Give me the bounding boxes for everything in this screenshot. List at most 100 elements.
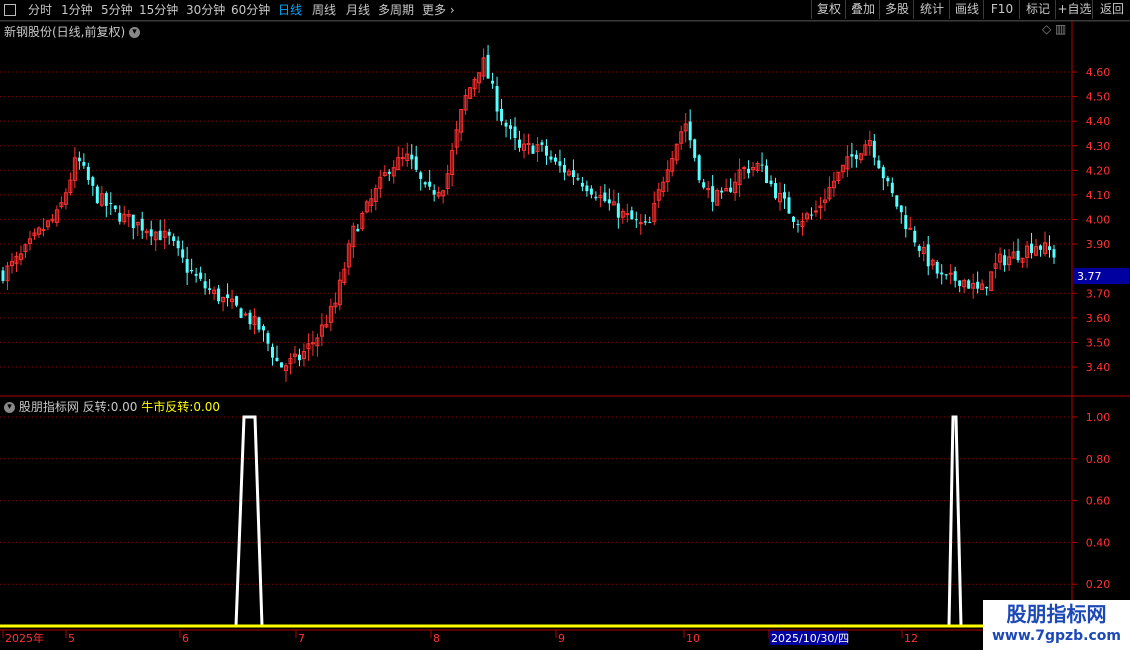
- candle: [27, 230, 32, 251]
- candle-body: [913, 230, 917, 243]
- candle: [243, 311, 248, 317]
- candle: [419, 170, 423, 191]
- time-tick-label: 2025年: [5, 631, 44, 645]
- period-tab-3[interactable]: 15分钟: [139, 2, 178, 18]
- toolbar-button-5[interactable]: F10: [983, 0, 1020, 19]
- candle: [217, 284, 221, 305]
- candle-body: [91, 177, 95, 186]
- candle: [706, 180, 711, 199]
- menu-icon[interactable]: [4, 4, 16, 16]
- candle-body: [711, 186, 715, 202]
- candle: [737, 158, 742, 197]
- candle-body: [904, 215, 908, 230]
- panel-toggle-icon[interactable]: ◇ ▥: [1042, 22, 1066, 36]
- candle-body: [908, 227, 913, 230]
- candle-body: [275, 357, 279, 361]
- candle-body: [1030, 243, 1034, 254]
- period-tab-10[interactable]: 更多 ›: [422, 2, 455, 18]
- candle-body: [589, 188, 593, 195]
- period-tab-7[interactable]: 周线: [312, 2, 336, 18]
- price-tick-label: 4.10: [1086, 189, 1111, 202]
- period-tab-4[interactable]: 30分钟: [186, 2, 225, 18]
- candle-body: [118, 212, 122, 222]
- candle: [971, 273, 976, 299]
- candle-body: [594, 196, 598, 199]
- candle-body: [1039, 245, 1043, 250]
- candle: [1030, 232, 1034, 259]
- candle: [845, 145, 850, 178]
- series-1-label: 反转:: [82, 400, 111, 414]
- candle: [670, 150, 675, 177]
- price-tick-label: 4.30: [1086, 140, 1111, 153]
- candle: [378, 170, 383, 198]
- candle: [122, 205, 127, 225]
- candle: [477, 72, 482, 94]
- candle-body: [616, 203, 620, 218]
- period-tab-9[interactable]: 多周期: [378, 2, 414, 18]
- candle: [135, 221, 140, 237]
- indicator-dropdown-icon[interactable]: ▾: [4, 402, 15, 413]
- candle: [405, 142, 410, 167]
- candle: [95, 184, 99, 205]
- period-tab-8[interactable]: 月线: [346, 2, 370, 18]
- period-tab-2[interactable]: 5分钟: [101, 2, 133, 18]
- toolbar-button-4[interactable]: 画线: [949, 0, 984, 19]
- candle-body: [791, 216, 795, 222]
- stock-chart[interactable]: 4.60 4.50 4.40 4.30 4.20 4.10 4.00 3.90 3.70 3.60…: [0, 20, 1130, 650]
- price-tick-label: 4.60: [1086, 66, 1111, 79]
- candle: [360, 211, 365, 232]
- toolbar-button-3[interactable]: 统计: [913, 0, 950, 19]
- candle: [769, 175, 773, 187]
- candle: [262, 324, 266, 342]
- candle: [162, 219, 167, 250]
- candle: [831, 171, 836, 197]
- candle-body: [625, 213, 630, 216]
- period-tab-1[interactable]: 1分钟: [61, 2, 93, 18]
- candle-body: [976, 281, 980, 289]
- candle-body: [176, 240, 180, 249]
- candle-body: [95, 186, 99, 204]
- watermark-url: www.7gpzb.com: [991, 628, 1121, 644]
- candle-body: [486, 54, 490, 79]
- candle: [742, 165, 747, 180]
- candle-body: [104, 193, 108, 206]
- candle-body: [243, 313, 248, 316]
- candle-body: [585, 185, 589, 192]
- candle: [913, 226, 917, 247]
- candle: [818, 196, 823, 219]
- stock-title-text: 新钢股份(日线,前复权): [4, 25, 126, 39]
- candle: [594, 191, 598, 201]
- candle: [585, 180, 589, 197]
- candle: [1, 266, 5, 284]
- indicator-name: 股朋指标网: [18, 400, 79, 414]
- candle-body: [217, 288, 221, 302]
- toolbar-button-2[interactable]: 多股: [879, 0, 914, 19]
- candle: [194, 267, 198, 283]
- candle: [683, 112, 688, 143]
- toolbar-button-0[interactable]: 复权: [811, 0, 846, 19]
- candle-body: [432, 190, 436, 195]
- candle: [1016, 238, 1020, 263]
- period-tab-0[interactable]: 分时: [28, 2, 52, 18]
- candle: [688, 109, 692, 149]
- candle: [463, 88, 468, 115]
- indicator-tick-label: 0.60: [1086, 495, 1111, 508]
- candle: [598, 185, 603, 208]
- candle: [908, 216, 913, 230]
- toolbar-button-6[interactable]: 标记: [1019, 0, 1056, 19]
- candle-body: [262, 326, 266, 331]
- candle: [638, 213, 643, 235]
- toolbar-button-8[interactable]: 返回: [1092, 0, 1130, 19]
- title-dropdown-icon[interactable]: ▾: [129, 27, 141, 38]
- period-tab-5[interactable]: 60分钟: [231, 2, 270, 18]
- toolbar-button-7[interactable]: +自选: [1055, 0, 1093, 19]
- candle: [850, 142, 854, 168]
- candle: [109, 192, 113, 215]
- period-tab-6[interactable]: 日线: [278, 2, 302, 18]
- candle-body: [199, 272, 203, 279]
- indicator-tick-label: 0.80: [1086, 453, 1111, 466]
- candle-body: [257, 317, 261, 330]
- indicator-tick-label: 0.40: [1086, 536, 1111, 549]
- toolbar-button-1[interactable]: 叠加: [845, 0, 880, 19]
- candle: [787, 191, 791, 214]
